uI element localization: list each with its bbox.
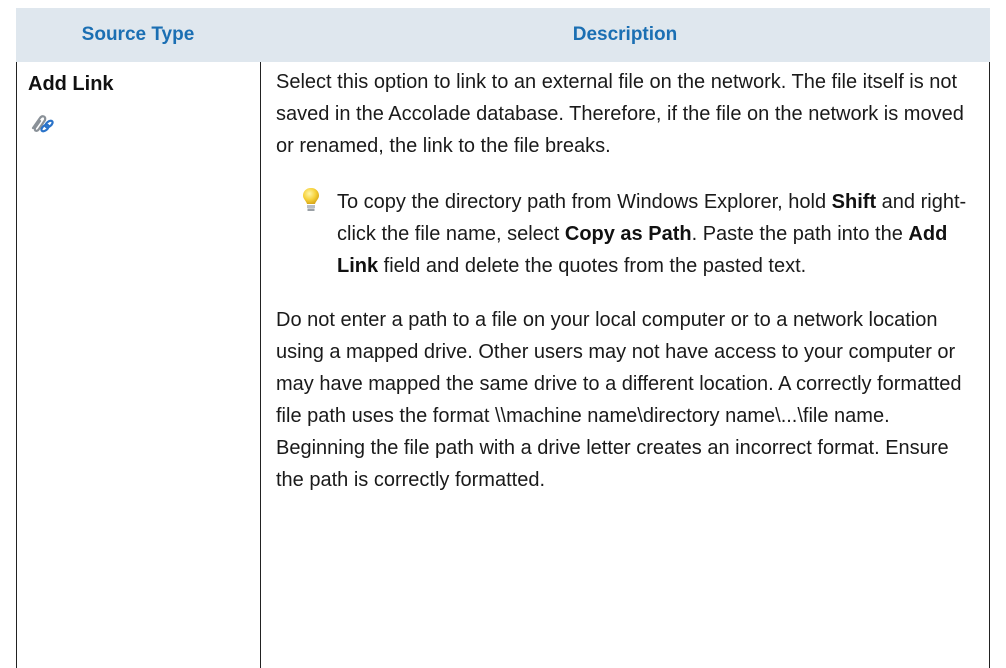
tip-text-3: . Paste the path into the [691, 223, 909, 245]
tip-copy-as-path: Copy as Path [564, 223, 692, 245]
description-paragraph-1: Select this option to link to an externa… [276, 71, 964, 157]
tip-shift-key: Shift [831, 191, 877, 213]
paperclip-link-icon [31, 115, 54, 133]
source-type-table: Source Type Description Add Link Select … [16, 8, 990, 668]
lightbulb-icon [303, 188, 319, 211]
description-cell: Select this option to link to an externa… [276, 66, 976, 496]
source-type-label: Add Link [28, 73, 114, 95]
table-column-divider [260, 62, 261, 668]
table-header-row: Source Type Description [16, 8, 990, 62]
table-border-right [989, 62, 990, 668]
tip-note: To copy the directory path from Windows … [300, 186, 976, 282]
tip-text-4: field and delete the quotes from the pas… [378, 255, 807, 277]
header-description: Description [572, 24, 678, 45]
header-source-type: Source Type [81, 24, 195, 45]
tip-text-1: To copy the directory path from Windows … [337, 191, 832, 213]
source-type-cell: Add Link [28, 70, 248, 136]
description-paragraph-2: Do not enter a path to a file on your lo… [276, 309, 962, 491]
table-border-left [16, 62, 17, 668]
